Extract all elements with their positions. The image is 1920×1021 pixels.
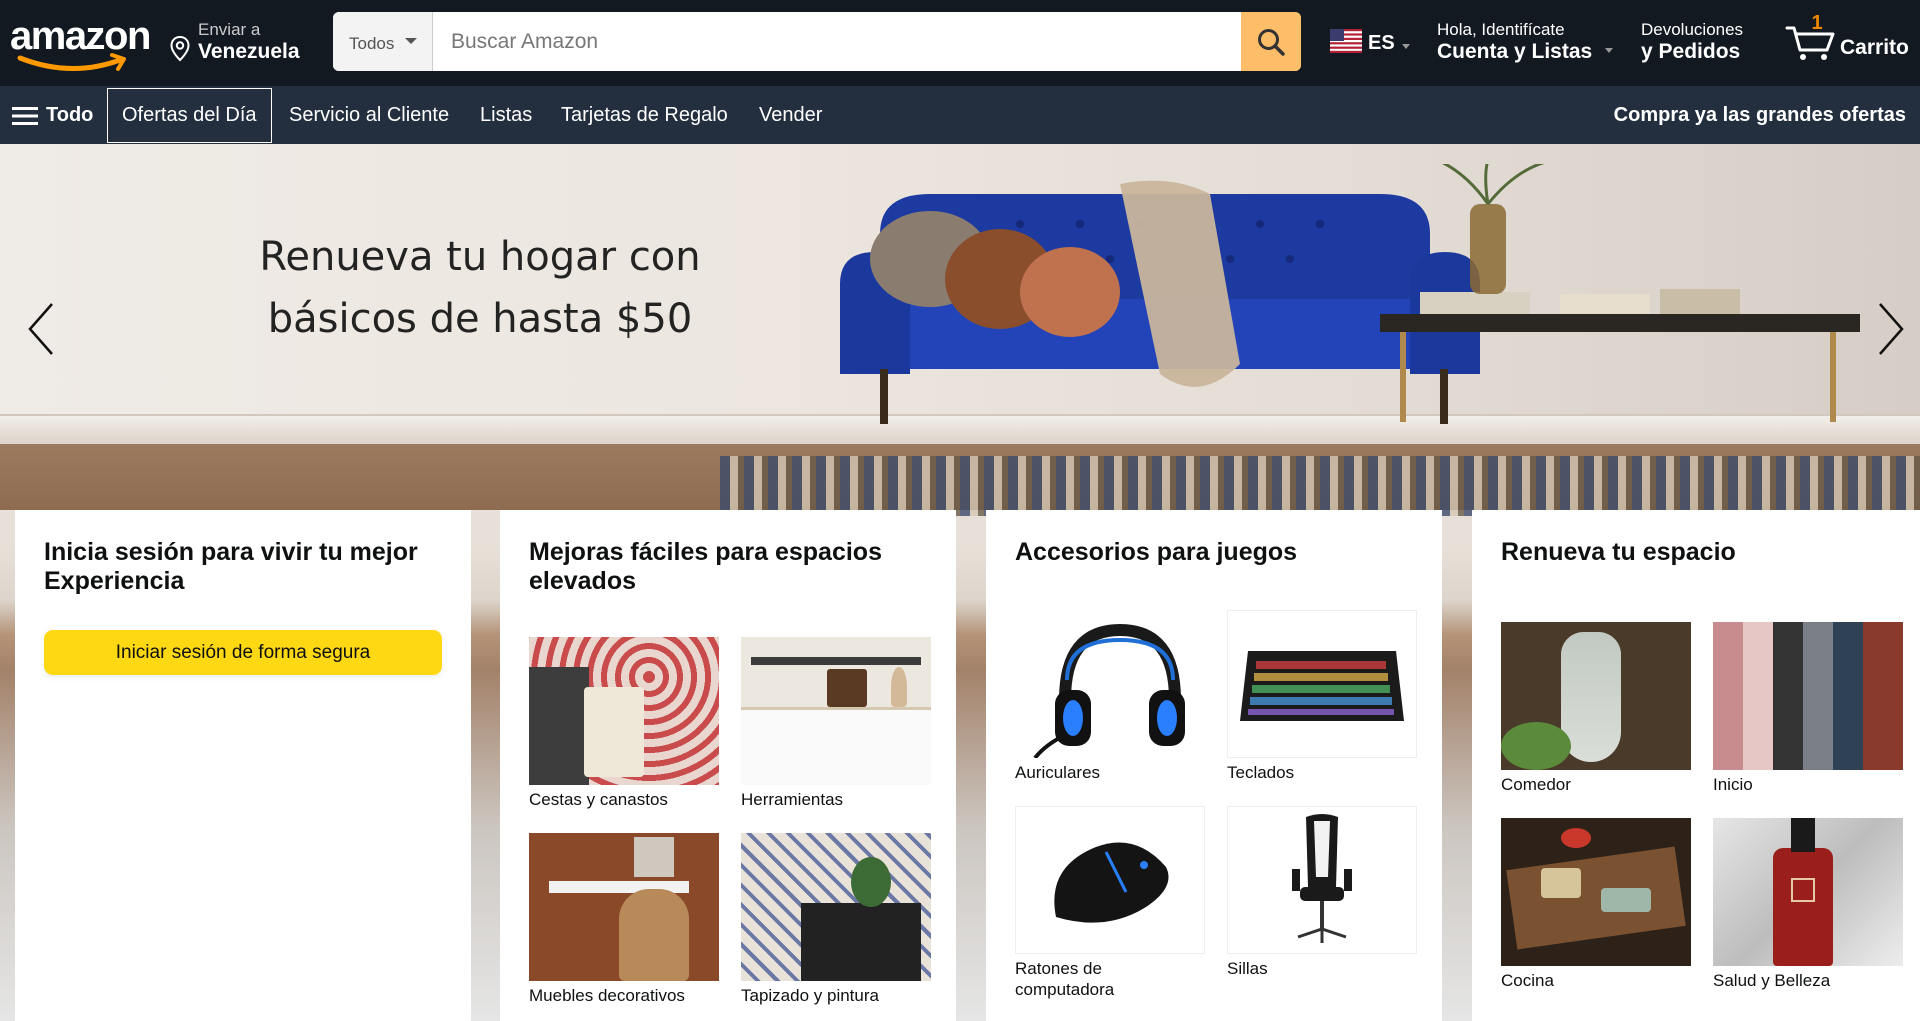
location-pin-icon (170, 36, 190, 62)
search-input[interactable] (433, 12, 1241, 71)
deliver-country: Venezuela (198, 40, 300, 63)
mice-image (1015, 806, 1205, 954)
mouse-icon (1054, 842, 1169, 923)
all-menu-button[interactable]: Todo (12, 86, 93, 144)
nav-link-deals[interactable]: Ofertas del Día (107, 88, 272, 143)
decor-furniture-image (529, 833, 719, 981)
secondary-navbar: Todo Ofertas del Día Servicio al Cliente… (0, 86, 1920, 144)
card-title: Mejoras fáciles para espacios elevados (529, 538, 882, 595)
dining-image (1501, 622, 1691, 770)
account-greeting: Hola, Identifícate (1437, 20, 1565, 39)
headphones-icon (1033, 623, 1185, 758)
headphones-image (1015, 610, 1205, 758)
search-button[interactable] (1241, 12, 1301, 71)
kitchen-image (1501, 818, 1691, 966)
tile-decor-furniture[interactable]: Muebles decorativos (529, 833, 719, 1006)
account-menu[interactable]: Hola, Identifícate Cuenta y Listas (1437, 18, 1617, 68)
deliver-to-location[interactable]: Enviar a Venezuela (170, 18, 320, 68)
deliver-label: Enviar a (198, 20, 261, 39)
tile-upholstery-paint[interactable]: Tapizado y pintura (741, 833, 931, 1006)
nav-link-customer-service[interactable]: Servicio al Cliente (289, 86, 449, 144)
baskets-image (529, 637, 719, 785)
tile-caption: Ratones de computadora (1015, 959, 1115, 999)
card-title: Accesorios para juegos (1015, 538, 1298, 566)
top-navbar: amazon Enviar a Venezuela Todos Buscar A… (0, 0, 1920, 86)
home-image (1713, 622, 1903, 770)
carousel-next-button[interactable] (1870, 294, 1910, 364)
chevron-left-icon (28, 303, 53, 355)
tile-keyboards[interactable]: Teclados (1227, 610, 1417, 783)
tile-caption: Salud y Belleza (1713, 971, 1831, 990)
tile-caption: Inicio (1713, 775, 1753, 794)
hero-headline-line2: básicos de hasta $50 (267, 296, 693, 342)
us-flag-icon (1330, 29, 1362, 53)
tile-caption: Cestas y canastos (529, 790, 668, 809)
hero-headline-line1: Renueva tu hogar con (259, 234, 701, 280)
carousel-prev-button[interactable] (22, 294, 62, 364)
cart-count: 1 (1811, 12, 1823, 34)
tile-caption: Herramientas (741, 790, 844, 809)
returns-label: Devoluciones (1641, 20, 1744, 39)
hero-sofa-illustration (840, 164, 1860, 424)
account-lists-label: Cuenta y Listas (1437, 40, 1593, 63)
chevron-down-icon (1605, 48, 1613, 53)
card-title: Inicia sesión para vivir tu mejor Experi… (44, 538, 418, 595)
gaming-chair-icon (1292, 814, 1352, 943)
nav-link-lists[interactable]: Listas (480, 86, 532, 144)
refresh-space-card: Renueva tu espacio Comedor Inicio Cocina (1472, 510, 1920, 1021)
tile-chairs[interactable]: Sillas (1227, 806, 1417, 979)
amazon-logo[interactable]: amazon (10, 14, 151, 72)
keyboards-image (1227, 610, 1417, 758)
signin-button[interactable]: Iniciar sesión de forma segura (44, 630, 442, 675)
upholstery-paint-image (741, 833, 931, 981)
language-code: ES (1368, 32, 1395, 54)
chevron-down-icon (1402, 44, 1410, 49)
tile-caption: Muebles decorativos (529, 986, 685, 1005)
chevron-down-icon (405, 38, 417, 44)
health-beauty-image (1713, 818, 1903, 966)
tools-image (741, 637, 931, 785)
tile-tools[interactable]: Herramientas (741, 637, 931, 810)
tile-caption: Auriculares (1015, 763, 1101, 782)
tile-kitchen[interactable]: Cocina (1501, 818, 1691, 991)
language-selector[interactable]: ES (1330, 28, 1414, 60)
tile-caption: Teclados (1227, 763, 1295, 782)
returns-orders-link[interactable]: Devoluciones y Pedidos (1641, 18, 1761, 68)
chairs-image (1227, 806, 1417, 954)
keyboard-icon (1240, 651, 1404, 721)
tile-dining[interactable]: Comedor (1501, 622, 1691, 795)
card-title: Renueva tu espacio (1501, 538, 1736, 566)
search-bar: Todos (333, 12, 1301, 71)
search-icon (1258, 28, 1285, 56)
tile-headphones[interactable]: Auriculares (1015, 610, 1205, 783)
tile-baskets[interactable]: Cestas y canastos (529, 637, 719, 810)
nav-link-sell[interactable]: Vender (759, 86, 822, 144)
tile-home[interactable]: Inicio (1713, 622, 1903, 795)
cart-label: Carrito (1840, 36, 1909, 59)
smile-arrow-icon (17, 53, 126, 72)
cart-button[interactable]: 1 Carrito (1785, 12, 1915, 72)
nav-promo-link[interactable]: Compra ya las grandes ofertas (1614, 86, 1906, 144)
signin-card: Inicia sesión para vivir tu mejor Experi… (15, 510, 471, 1021)
all-menu-label: Todo (46, 104, 94, 126)
orders-label: y Pedidos (1641, 40, 1741, 63)
hero-headline: Renueva tu hogar con básicos de hasta $5… (200, 226, 760, 350)
chevron-right-icon (1879, 303, 1904, 355)
gaming-card: Accesorios para juegos Auriculares Tecla… (986, 510, 1442, 1021)
tile-mice[interactable]: Ratones de computadora (1015, 806, 1205, 1000)
search-category-dropdown[interactable]: Todos (333, 12, 433, 71)
tile-caption: Comedor (1501, 775, 1571, 794)
tile-caption: Sillas (1227, 959, 1268, 978)
tile-caption: Tapizado y pintura (741, 986, 879, 1005)
tile-health-beauty[interactable]: Salud y Belleza (1713, 818, 1903, 991)
hamburger-menu-icon (12, 107, 38, 125)
search-category-label: Todos (349, 34, 395, 53)
upgrades-card: Mejoras fáciles para espacios elevados C… (500, 510, 956, 1021)
nav-link-gift-cards[interactable]: Tarjetas de Regalo (561, 86, 728, 144)
tile-caption: Cocina (1501, 971, 1554, 990)
